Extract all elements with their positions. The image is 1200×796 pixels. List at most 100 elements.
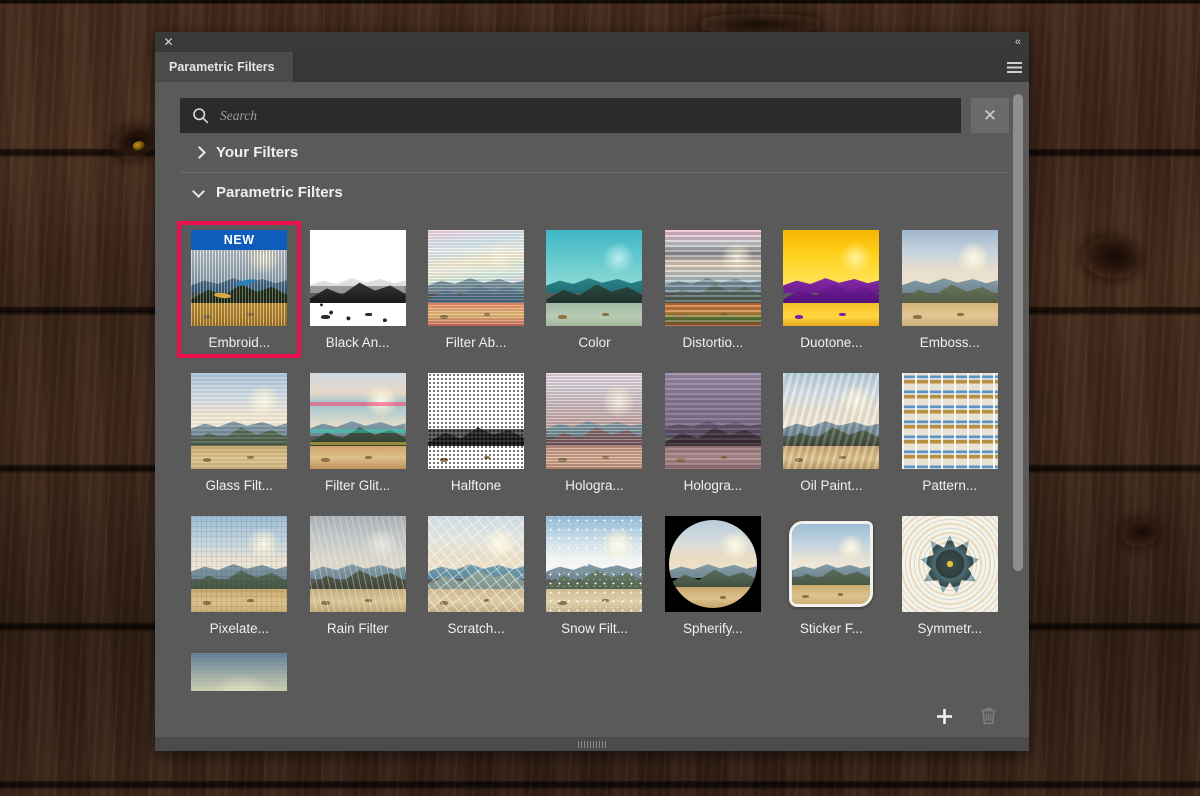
filter-thumbnail bbox=[901, 230, 998, 326]
filter-thumbnail bbox=[664, 230, 761, 326]
section-header-parametric-filters[interactable]: Parametric Filters bbox=[180, 173, 1009, 212]
resize-grip[interactable] bbox=[578, 740, 606, 748]
clear-search-button[interactable]: ✕ bbox=[971, 98, 1009, 133]
filter-item[interactable] bbox=[180, 647, 298, 695]
thumb-pixel-grid bbox=[191, 516, 288, 612]
thumb-sun bbox=[839, 241, 872, 275]
filter-thumbnail-wrap bbox=[901, 230, 998, 326]
new-badge: NEW bbox=[191, 230, 288, 250]
filter-thumbnail-wrap bbox=[191, 653, 288, 691]
filter-thumbnail bbox=[546, 230, 643, 326]
filter-thumbnail bbox=[901, 516, 998, 612]
filter-thumbnail bbox=[546, 373, 643, 469]
filter-thumbnail bbox=[428, 373, 525, 469]
filter-label: Glass Filt... bbox=[205, 478, 273, 493]
section-title: Parametric Filters bbox=[216, 184, 343, 201]
filter-item[interactable]: NEW Embroid... bbox=[176, 221, 302, 358]
filter-item[interactable]: Distortio... bbox=[654, 224, 772, 355]
filter-item[interactable]: Pattern... bbox=[891, 367, 1009, 498]
filter-item[interactable]: Halftone bbox=[417, 367, 535, 498]
search-row: Search ✕ bbox=[180, 98, 1009, 133]
vertical-scrollbar[interactable] bbox=[1013, 94, 1023, 689]
search-placeholder: Search bbox=[220, 107, 257, 123]
filter-thumbnail bbox=[664, 373, 761, 469]
filter-item[interactable]: Pixelate... bbox=[180, 510, 298, 641]
filter-label: Pixelate... bbox=[209, 621, 269, 636]
filter-thumbnail-wrap bbox=[428, 230, 525, 326]
filter-thumbnail-wrap bbox=[783, 516, 880, 612]
filters-grid-partial-row bbox=[180, 641, 1009, 695]
filter-thumbnail-wrap bbox=[664, 373, 761, 469]
panel-content: Search ✕ Your Filters Parametric Filters… bbox=[155, 82, 1029, 737]
wood-knot bbox=[1079, 234, 1143, 282]
filter-label: Color bbox=[578, 335, 611, 350]
thumb-speckle-overlay bbox=[309, 230, 406, 326]
thumb-scanline-overlay bbox=[546, 373, 643, 469]
thumb-sun bbox=[602, 241, 635, 275]
filter-item[interactable]: Hologra... bbox=[654, 367, 772, 498]
section-header-your-filters[interactable]: Your Filters bbox=[180, 133, 1009, 172]
filter-thumbnail bbox=[664, 516, 761, 612]
filter-thumbnail-wrap bbox=[309, 230, 406, 326]
filter-label: Pattern... bbox=[922, 478, 978, 493]
filter-thumbnail bbox=[191, 653, 288, 691]
filter-thumbnail-wrap bbox=[546, 373, 643, 469]
filters-panel-window: ✕ « Parametric Filters Search ✕ Your Fil… bbox=[155, 32, 1029, 751]
add-filter-button[interactable] bbox=[933, 705, 955, 727]
filter-item[interactable]: Glass Filt... bbox=[180, 367, 298, 498]
chevron-down-icon bbox=[193, 187, 205, 199]
panel-titlebar: ✕ « bbox=[155, 32, 1029, 52]
thumb-rock bbox=[558, 315, 567, 320]
filter-label: Emboss... bbox=[919, 335, 980, 350]
filter-item[interactable]: Black An... bbox=[298, 224, 416, 355]
scrollbar-thumb[interactable] bbox=[1013, 94, 1023, 571]
filter-item[interactable]: Sticker F... bbox=[772, 510, 890, 641]
filter-thumbnail-wrap bbox=[546, 230, 643, 326]
section-title: Your Filters bbox=[216, 144, 299, 161]
filter-item[interactable]: Emboss... bbox=[891, 224, 1009, 355]
filter-item[interactable]: Rain Filter bbox=[298, 510, 416, 641]
delete-filter-button[interactable] bbox=[977, 705, 999, 727]
filter-thumbnail bbox=[309, 230, 406, 326]
tab-strip-filler bbox=[294, 52, 999, 82]
filter-label: Filter Ab... bbox=[445, 335, 507, 350]
filter-item[interactable]: Oil Paint... bbox=[772, 367, 890, 498]
hamburger-menu-icon[interactable] bbox=[999, 52, 1029, 82]
filter-thumbnail bbox=[901, 373, 998, 469]
filter-label: Sticker F... bbox=[799, 621, 863, 636]
panel-footer-toolbar bbox=[155, 695, 1029, 737]
close-icon[interactable]: ✕ bbox=[162, 36, 175, 49]
filter-item[interactable]: Duotone... bbox=[772, 224, 890, 355]
filter-thumbnail-wrap bbox=[191, 516, 288, 612]
filter-label: Filter Glit... bbox=[325, 478, 391, 493]
filter-item[interactable]: Color bbox=[535, 224, 653, 355]
filter-thumbnail bbox=[309, 516, 406, 612]
filter-thumbnail-wrap bbox=[783, 373, 880, 469]
filter-label: Scratch... bbox=[447, 621, 505, 636]
filter-item[interactable]: Hologra... bbox=[535, 367, 653, 498]
filter-item[interactable]: Filter Glit... bbox=[298, 367, 416, 498]
search-icon bbox=[193, 108, 209, 124]
filter-item[interactable]: Scratch... bbox=[417, 510, 535, 641]
filter-label: Hologra... bbox=[565, 478, 624, 493]
filter-thumbnail-wrap bbox=[546, 516, 643, 612]
filter-item[interactable]: Snow Filt... bbox=[535, 510, 653, 641]
collapse-panel-icon[interactable]: « bbox=[1015, 36, 1021, 48]
thumb-snow-overlay bbox=[546, 516, 643, 612]
filter-label: Rain Filter bbox=[326, 621, 389, 636]
filter-label: Black An... bbox=[325, 335, 390, 350]
filter-thumbnail-wrap bbox=[191, 373, 288, 469]
wood-knot bbox=[109, 123, 159, 163]
filter-item[interactable]: Symmetr... bbox=[891, 510, 1009, 641]
tab-strip: Parametric Filters bbox=[155, 52, 1029, 82]
thumb-rock bbox=[837, 593, 844, 596]
filter-thumbnail bbox=[783, 516, 880, 612]
thumb-scanline-overlay bbox=[664, 230, 761, 326]
thumb-brush-overlay bbox=[783, 373, 880, 469]
search-input[interactable]: Search bbox=[180, 98, 961, 133]
thumb-scanline-overlay bbox=[664, 373, 761, 469]
filter-item[interactable]: Filter Ab... bbox=[417, 224, 535, 355]
tab-parametric-filters[interactable]: Parametric Filters bbox=[155, 52, 294, 82]
filter-thumbnail-wrap bbox=[664, 230, 761, 326]
filter-item[interactable]: Spherify... bbox=[654, 510, 772, 641]
